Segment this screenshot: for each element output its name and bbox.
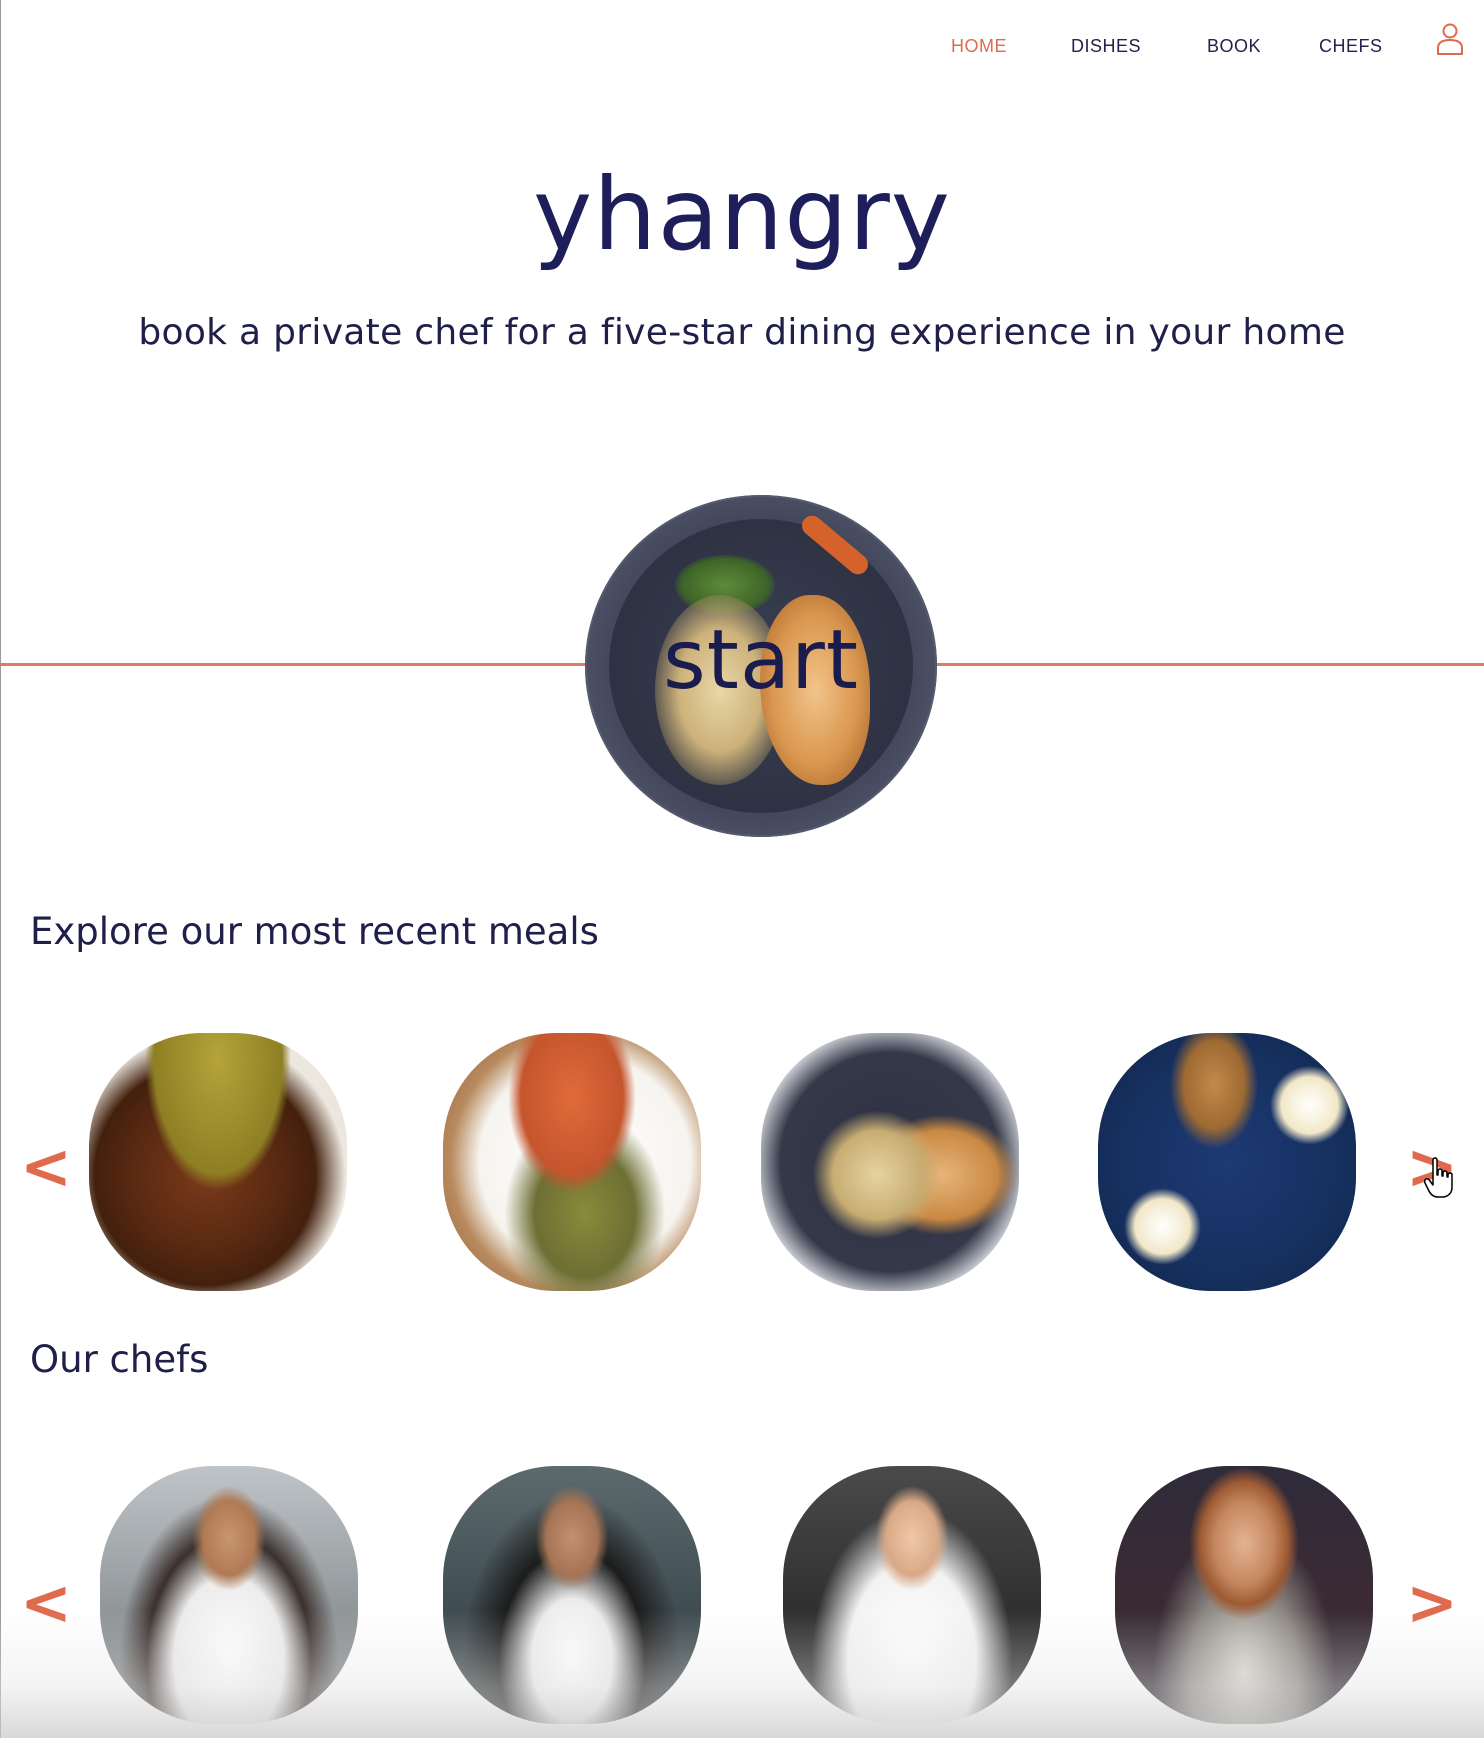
meal-card-lamb-chops[interactable] <box>89 1033 347 1291</box>
chef-card-1[interactable] <box>100 1466 358 1724</box>
hand-cursor-icon <box>1424 1157 1453 1198</box>
chef-card-4[interactable] <box>1115 1466 1373 1724</box>
meal-card-dessert[interactable] <box>1098 1033 1356 1291</box>
start-label: start <box>663 613 859 708</box>
nav-dishes-link[interactable]: DISHES <box>1071 36 1141 57</box>
chefs-next-arrow[interactable]: > <box>1406 1572 1458 1634</box>
meal-card-salmon[interactable] <box>443 1033 701 1291</box>
meals-section-title: Explore our most recent meals <box>30 910 599 953</box>
chefs-section-title: Our chefs <box>30 1338 209 1381</box>
brand-logo: yhangry <box>533 156 951 273</box>
chefs-prev-arrow[interactable]: < <box>20 1572 72 1634</box>
user-icon[interactable] <box>1436 22 1464 56</box>
top-nav: HOME DISHES BOOK CHEFS <box>0 30 1484 70</box>
nav-chefs-link[interactable]: CHEFS <box>1319 36 1383 57</box>
start-button[interactable]: start <box>585 495 937 837</box>
meals-prev-arrow[interactable]: < <box>20 1136 72 1198</box>
hero-tagline: book a private chef for a five-star dini… <box>138 312 1346 353</box>
nav-home-link[interactable]: HOME <box>951 36 1007 57</box>
nav-book-link[interactable]: BOOK <box>1207 36 1261 57</box>
chef-card-3[interactable] <box>783 1466 1041 1724</box>
chef-card-2[interactable] <box>443 1466 701 1724</box>
meal-card-pasta-chicken[interactable] <box>761 1033 1019 1291</box>
